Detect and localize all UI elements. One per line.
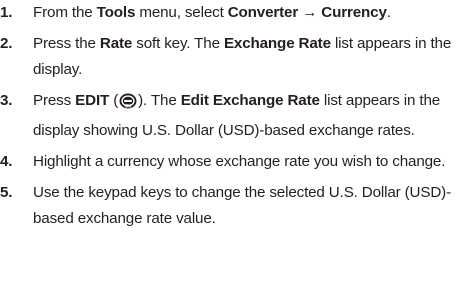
- svg-text:OK: OK: [125, 104, 132, 109]
- step-5: 5. Use the keypad keys to change the sel…: [0, 180, 471, 232]
- step-text: (: [109, 92, 119, 109]
- step-text: Highlight a currency whose exchange rate…: [33, 153, 446, 170]
- step-number: 4.: [0, 153, 13, 170]
- soft-key-name: Rate: [99, 35, 133, 52]
- step-1: 1. From the Tools menu, select Converter…: [0, 0, 471, 26]
- step-text: .: [386, 4, 391, 21]
- instruction-steps: 1. From the Tools menu, select Converter…: [0, 0, 471, 232]
- step-text: menu, select: [135, 4, 228, 21]
- step-number: 1.: [0, 4, 13, 21]
- step-text: Use the keypad keys to change the select…: [33, 184, 451, 227]
- step-text: From the: [33, 4, 97, 21]
- ok-key-icon: OK: [119, 92, 137, 118]
- menu-path: Converter → Currency: [227, 4, 387, 21]
- step-3: 3. Press EDIT ( OK ). The Edit Exchange …: [0, 88, 471, 144]
- key-name: EDIT: [75, 92, 110, 109]
- step-number: 2.: [0, 35, 13, 52]
- menu-name: Tools: [96, 4, 136, 21]
- step-number: 5.: [0, 184, 13, 201]
- step-text: soft key. The: [132, 35, 224, 52]
- step-text: Press: [33, 92, 76, 109]
- step-4: 4. Highlight a currency whose exchange r…: [0, 149, 471, 175]
- list-name: Exchange Rate: [223, 35, 331, 52]
- step-text: Press the: [33, 35, 100, 52]
- step-text: ). The: [138, 92, 181, 109]
- list-name: Edit Exchange Rate: [180, 92, 320, 109]
- step-number: 3.: [0, 92, 13, 109]
- step-2: 2. Press the Rate soft key. The Exchange…: [0, 31, 471, 83]
